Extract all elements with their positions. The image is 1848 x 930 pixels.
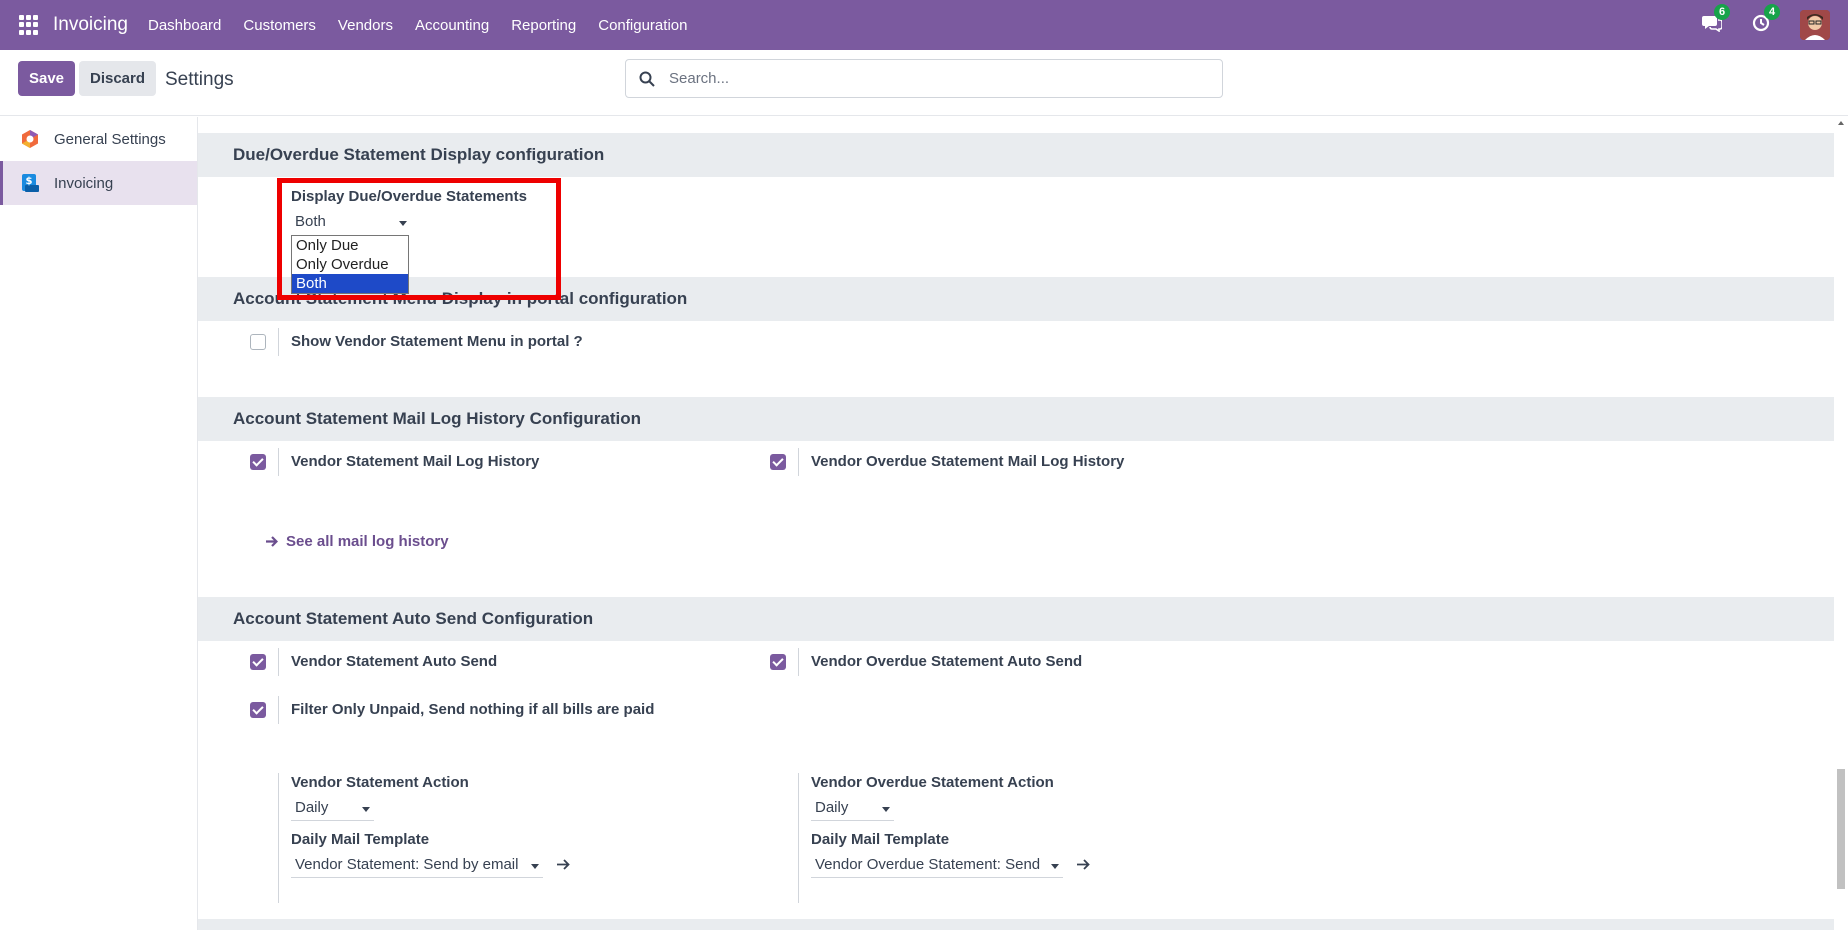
section-header-autosend: Account Statement Auto Send Configuratio… bbox=[198, 597, 1834, 641]
vendor-auto-send-label: Vendor Statement Auto Send bbox=[291, 653, 498, 670]
chevron-down-icon bbox=[1051, 864, 1059, 869]
chevron-down-icon bbox=[531, 864, 539, 869]
vendor-template-value: Vendor Statement: Send by email bbox=[295, 856, 519, 873]
vendor-mail-log-label: Vendor Statement Mail Log History bbox=[291, 453, 540, 470]
filter-unpaid-label: Filter Only Unpaid, Send nothing if all … bbox=[291, 701, 655, 718]
divider bbox=[798, 648, 799, 676]
portal-menu-label: Show Vendor Statement Menu in portal ? bbox=[291, 333, 583, 350]
svg-text:$: $ bbox=[26, 176, 33, 187]
vendor-overdue-action-select[interactable]: Daily bbox=[811, 797, 894, 821]
messages-button[interactable]: 6 bbox=[1702, 3, 1731, 37]
divider bbox=[278, 773, 279, 903]
discard-button[interactable]: Discard bbox=[79, 61, 156, 96]
settings-content: Due/Overdue Statement Display configurat… bbox=[198, 117, 1834, 930]
sidebar-item-general-settings[interactable]: General Settings bbox=[0, 117, 197, 161]
scrollbar[interactable] bbox=[1834, 117, 1848, 930]
section-header-maillog: Account Statement Mail Log History Confi… bbox=[198, 397, 1834, 441]
vendor-template-select[interactable]: Vendor Statement: Send by email bbox=[291, 854, 543, 878]
activities-button[interactable]: 4 bbox=[1752, 3, 1781, 37]
vendor-overdue-auto-send-checkbox[interactable] bbox=[770, 654, 786, 670]
vendor-overdue-mail-log-checkbox[interactable] bbox=[770, 454, 786, 470]
display-statements-label: Display Due/Overdue Statements bbox=[291, 188, 527, 205]
activities-badge: 4 bbox=[1764, 3, 1781, 20]
scroll-up-icon[interactable] bbox=[1838, 121, 1844, 125]
search-icon bbox=[639, 71, 655, 87]
odoo-logo-icon bbox=[20, 129, 40, 149]
vendor-overdue-template-label: Daily Mail Template bbox=[811, 831, 950, 848]
menu-configuration[interactable]: Configuration bbox=[598, 17, 687, 34]
chevron-down-icon bbox=[882, 807, 890, 812]
page-title: Settings bbox=[165, 69, 234, 90]
open-template-arrow-icon[interactable] bbox=[556, 858, 570, 876]
sidebar-item-label: General Settings bbox=[54, 130, 166, 148]
vendor-mail-log-checkbox[interactable] bbox=[250, 454, 266, 470]
vendor-action-label: Vendor Statement Action bbox=[291, 774, 469, 791]
divider bbox=[278, 696, 279, 724]
app-brand[interactable]: Invoicing bbox=[53, 14, 128, 36]
divider bbox=[278, 448, 279, 476]
vendor-overdue-template-value: Vendor Overdue Statement: Send bbox=[815, 856, 1041, 873]
menu-reporting[interactable]: Reporting bbox=[511, 17, 576, 34]
vendor-overdue-action-value: Daily bbox=[815, 799, 849, 816]
display-statements-select[interactable]: Both bbox=[291, 211, 411, 235]
menu-accounting[interactable]: Accounting bbox=[415, 17, 489, 34]
vendor-action-value: Daily bbox=[295, 799, 329, 816]
option-only-overdue[interactable]: Only Overdue bbox=[292, 255, 408, 274]
save-button[interactable]: Save bbox=[18, 61, 75, 96]
open-overdue-template-arrow-icon[interactable] bbox=[1076, 858, 1090, 876]
display-statements-dropdown: Only Due Only Overdue Both bbox=[291, 235, 409, 294]
arrow-right-icon bbox=[265, 535, 279, 553]
divider bbox=[798, 773, 799, 903]
menu-customers[interactable]: Customers bbox=[243, 17, 316, 34]
vendor-overdue-action-label: Vendor Overdue Statement Action bbox=[811, 774, 1054, 791]
search-input[interactable] bbox=[669, 70, 1189, 87]
search-box[interactable] bbox=[625, 59, 1223, 98]
divider bbox=[278, 188, 279, 248]
apps-menu-icon[interactable] bbox=[19, 15, 39, 35]
messages-badge: 6 bbox=[1714, 3, 1731, 20]
vendor-overdue-template-select[interactable]: Vendor Overdue Statement: Send bbox=[811, 854, 1063, 878]
sidebar-item-label: Invoicing bbox=[54, 174, 114, 192]
avatar-image-icon bbox=[1800, 10, 1830, 40]
option-both[interactable]: Both bbox=[292, 274, 408, 293]
vendor-auto-send-checkbox[interactable] bbox=[250, 654, 266, 670]
user-avatar[interactable] bbox=[1800, 10, 1830, 40]
see-mail-log-link[interactable]: See all mail log history bbox=[286, 533, 449, 550]
display-statements-value: Both bbox=[295, 213, 326, 230]
option-only-due[interactable]: Only Due bbox=[292, 236, 408, 255]
portal-menu-checkbox[interactable] bbox=[250, 334, 266, 350]
divider bbox=[798, 448, 799, 476]
control-panel: Save Discard Settings bbox=[0, 50, 1848, 116]
divider bbox=[278, 648, 279, 676]
vendor-overdue-auto-send-label: Vendor Overdue Statement Auto Send bbox=[811, 653, 1083, 670]
menu-vendors[interactable]: Vendors bbox=[338, 17, 393, 34]
sidebar-item-invoicing[interactable]: $ Invoicing bbox=[0, 161, 197, 205]
top-navbar: Invoicing Dashboard Customers Vendors Ac… bbox=[0, 0, 1848, 50]
invoicing-app-icon: $ bbox=[20, 173, 40, 193]
settings-sidebar: General Settings $ Invoicing bbox=[0, 117, 198, 930]
menu-dashboard[interactable]: Dashboard bbox=[148, 17, 221, 34]
vendor-template-label: Daily Mail Template bbox=[291, 831, 430, 848]
chevron-down-icon bbox=[399, 221, 407, 226]
scrollbar-thumb[interactable] bbox=[1837, 769, 1845, 889]
chevron-down-icon bbox=[362, 807, 370, 812]
section-header-next bbox=[198, 919, 1834, 930]
vendor-action-select[interactable]: Daily bbox=[291, 797, 374, 821]
filter-unpaid-checkbox[interactable] bbox=[250, 702, 266, 718]
vendor-overdue-mail-log-label: Vendor Overdue Statement Mail Log Histor… bbox=[811, 453, 1125, 470]
section-header-portal: Account Statement Menu Display in portal… bbox=[198, 277, 1834, 321]
section-header-display: Due/Overdue Statement Display configurat… bbox=[198, 133, 1834, 177]
divider bbox=[278, 328, 279, 356]
